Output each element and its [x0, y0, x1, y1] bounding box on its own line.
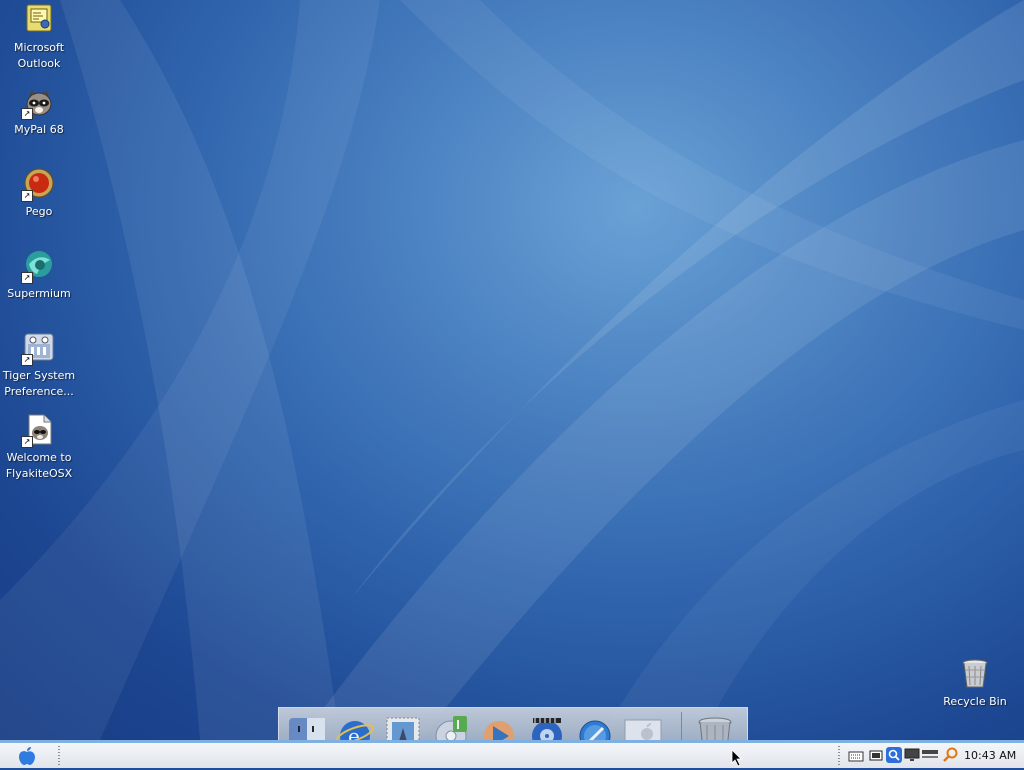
desktop-icon-label: Supermium: [7, 287, 71, 300]
desktop-icon-tiger-system-preferences[interactable]: ↗ Tiger System Preference...: [0, 332, 81, 400]
spotlight-icon[interactable]: [942, 747, 958, 763]
outlook-icon: [23, 4, 55, 36]
safari-icon[interactable]: [575, 714, 615, 740]
network-icon[interactable]: [922, 747, 938, 763]
finder-icon[interactable]: [287, 714, 327, 740]
shortcut-arrow-icon: ↗: [21, 190, 33, 202]
desktop-icon-welcome[interactable]: ↗ Welcome to FlyakiteOSX: [0, 414, 81, 482]
mail-stamp-icon[interactable]: [383, 714, 423, 740]
taskbar: 10:43 AM: [0, 740, 1024, 768]
media-player-icon[interactable]: [479, 714, 519, 740]
shortcut-arrow-icon: ↗: [21, 354, 33, 366]
apple-logo-icon[interactable]: [16, 746, 38, 766]
mypal-raccoon-icon: ↗: [21, 86, 55, 120]
desktop-icon-label: Welcome to FlyakiteOSX: [5, 451, 73, 480]
system-preferences-icon: ↗: [21, 332, 55, 366]
desktop-icon-pego[interactable]: ↗ Pego: [0, 168, 81, 220]
shortcut-arrow-icon: ↗: [21, 108, 33, 120]
desktop-icon-label: Pego: [25, 205, 53, 218]
trash-icon[interactable]: [695, 714, 735, 740]
welcome-document-icon: ↗: [21, 414, 55, 448]
search-tray-icon[interactable]: [886, 747, 902, 763]
itunes-icon[interactable]: [431, 714, 471, 740]
desktop-icon-recycle-bin[interactable]: Recycle Bin: [933, 658, 1017, 710]
desktop-icon-supermium[interactable]: ↗ Supermium: [0, 250, 81, 302]
desktop-icon-label: MyPal 68: [14, 123, 64, 136]
taskbar-grip: [58, 746, 60, 766]
dock-separator: [681, 712, 682, 740]
dvd-player-icon[interactable]: [527, 714, 567, 740]
desktop-icon-label: Microsoft Outlook: [13, 41, 65, 70]
pego-icon: ↗: [21, 168, 55, 202]
desktop-icon-label: Tiger System Preference...: [2, 369, 76, 398]
internet-explorer-icon[interactable]: e: [335, 714, 375, 740]
recycle-bin-icon: [959, 658, 991, 690]
taskbar-clock[interactable]: 10:43 AM: [964, 749, 1016, 762]
mouse-cursor: [731, 749, 742, 767]
monitor-icon[interactable]: [904, 747, 920, 763]
desktop-wallpaper: Microsoft Outlook ↗ MyPal 68 ↗ Pego ↗ Sup…: [0, 0, 1024, 740]
tray-grip: [838, 746, 840, 766]
shortcut-arrow-icon: ↗: [21, 272, 33, 284]
dock: e: [278, 707, 748, 740]
desktop-icon-label: Recycle Bin: [943, 695, 1007, 708]
svg-text:e: e: [348, 724, 360, 740]
wallpaper-swooshes: [0, 0, 1024, 740]
battery-icon[interactable]: [868, 747, 884, 763]
keyboard-icon[interactable]: [848, 747, 864, 763]
desktop-icon-mypal[interactable]: ↗ MyPal 68: [0, 86, 81, 138]
supermium-icon: ↗: [21, 250, 55, 284]
desktop-icon-microsoft-outlook[interactable]: Microsoft Outlook: [0, 4, 81, 72]
shortcut-arrow-icon: ↗: [21, 436, 33, 448]
system-apple-icon[interactable]: [623, 714, 663, 740]
